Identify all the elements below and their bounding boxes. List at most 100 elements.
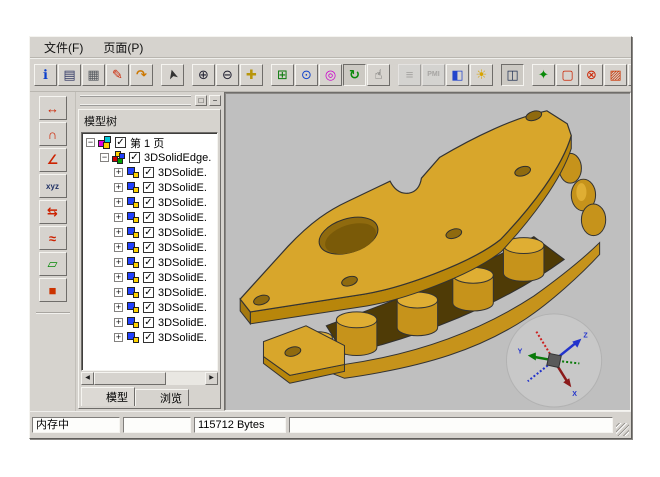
scroll-right-button[interactable]: ▶: [205, 372, 218, 385]
print-button[interactable]: ▦: [82, 64, 105, 86]
expand-plus-box[interactable]: +: [114, 333, 123, 342]
tab-browse[interactable]: 浏览: [135, 389, 189, 406]
tree-row[interactable]: + ✓ 3DSolidE.: [84, 330, 217, 345]
stamp-button[interactable]: ↷: [130, 64, 153, 86]
tree-node-label[interactable]: 3DSolidEdge.: [144, 152, 211, 164]
dynamic-zoom-button[interactable]: ⊙: [295, 64, 318, 86]
3d-viewport[interactable]: Z X Y: [224, 92, 631, 411]
visibility-checkbox[interactable]: ✓: [143, 167, 154, 178]
expand-plus-box[interactable]: +: [114, 273, 123, 282]
tree-node-label[interactable]: 3DSolidE.: [158, 212, 207, 224]
expand-plus-box[interactable]: +: [114, 243, 123, 252]
tree-row[interactable]: − ✓ 第 1 页: [84, 135, 217, 150]
scrollbar-track[interactable]: [94, 372, 205, 385]
visibility-checkbox[interactable]: ✓: [143, 257, 154, 268]
move-part-button[interactable]: ✦: [532, 64, 555, 86]
lighting-button[interactable]: ☀: [470, 64, 493, 86]
visibility-checkbox[interactable]: ✓: [143, 227, 154, 238]
info-button[interactable]: ℹ: [34, 64, 57, 86]
expand-plus-box[interactable]: +: [114, 288, 123, 297]
zoom-out-button[interactable]: ⊖: [216, 64, 239, 86]
tree-row[interactable]: + ✓ 3DSolidE.: [84, 210, 217, 225]
view-cube-button[interactable]: ◧: [446, 64, 469, 86]
expand-plus-box[interactable]: +: [114, 168, 123, 177]
tree-row[interactable]: + ✓ 3DSolidE.: [84, 270, 217, 285]
measure-radius-button[interactable]: ∩: [39, 122, 67, 146]
markup-button[interactable]: ✎: [106, 64, 129, 86]
tree-node-label[interactable]: 3DSolidE.: [158, 332, 207, 344]
tree-panel-button[interactable]: ◫: [501, 64, 524, 86]
pan-button[interactable]: ☝: [367, 64, 390, 86]
tree-row[interactable]: +✓3DSolidE.: [84, 315, 217, 330]
tree-node-label[interactable]: 3DSolidE.: [158, 197, 207, 209]
visibility-checkbox[interactable]: ✓: [143, 182, 154, 193]
model-tree[interactable]: −✓第 1 页−✓3DSolidEdge.+✓3DSolidE.+✓3DSoli…: [81, 132, 218, 371]
expand-minus-box[interactable]: −: [86, 138, 95, 147]
visibility-checkbox[interactable]: ✓: [143, 272, 154, 283]
visibility-checkbox[interactable]: ✓: [143, 302, 154, 313]
visibility-checkbox[interactable]: ✓: [143, 212, 154, 223]
tree-node-label[interactable]: 3DSolidE.: [158, 317, 207, 329]
resize-grip[interactable]: [616, 423, 629, 436]
tree-node-label[interactable]: 3DSolidE.: [158, 227, 207, 239]
tree-row[interactable]: + ✓ 3DSolidE.: [84, 195, 217, 210]
tree-row[interactable]: + ✓ 3DSolidE.: [84, 165, 217, 180]
select-button[interactable]: ➤: [161, 64, 184, 86]
expand-plus-box[interactable]: +: [114, 303, 123, 312]
measure-distance-button[interactable]: ⇆: [39, 200, 67, 224]
tree-node-label[interactable]: 3DSolidE.: [158, 272, 207, 284]
tree-row[interactable]: + ✓ 3DSolidE.: [84, 285, 217, 300]
orbit-button[interactable]: ◎: [319, 64, 342, 86]
zoom-in-button[interactable]: ⊕: [192, 64, 215, 86]
measure-length-button[interactable]: ↔: [39, 96, 67, 120]
tree-node-label[interactable]: 3DSolidE.: [158, 182, 207, 194]
tree-row[interactable]: + ✓ 3DSolidE.: [84, 225, 217, 240]
tree-row[interactable]: + ✓ 3DSolidE.: [84, 180, 217, 195]
spin-button[interactable]: ↻: [343, 64, 366, 86]
panel-grip-handle[interactable]: [80, 95, 191, 106]
section-button[interactable]: ≡: [398, 64, 421, 86]
expand-plus-box[interactable]: +: [114, 198, 123, 207]
tab-model[interactable]: 模型: [81, 387, 135, 406]
visibility-checkbox[interactable]: ✓: [143, 242, 154, 253]
panel-restore-button[interactable]: □: [195, 95, 207, 106]
visibility-checkbox[interactable]: ✓: [143, 287, 154, 298]
menu-file[interactable]: 文件(F): [36, 37, 91, 58]
panel-titlebar[interactable]: □ −: [78, 94, 221, 107]
pmi-button[interactable]: PMI: [422, 64, 445, 86]
bom-button[interactable]: BOM: [628, 64, 631, 86]
tree-hscrollbar[interactable]: ◀ ▶: [81, 372, 218, 385]
visibility-checkbox[interactable]: ✓: [115, 137, 126, 148]
expand-plus-box[interactable]: +: [114, 318, 123, 327]
tree-row[interactable]: + ✓ 3DSolidE.: [84, 300, 217, 315]
fit-window-button[interactable]: ✚: [240, 64, 263, 86]
tree-row[interactable]: − ✓ 3DSolidEdge.: [84, 150, 217, 165]
measure-volume-button[interactable]: ■: [39, 278, 67, 302]
explode-button[interactable]: ⊗: [580, 64, 603, 86]
zoom-window-button[interactable]: ⊞: [271, 64, 294, 86]
expand-minus-box[interactable]: −: [100, 153, 109, 162]
measure-coordinate-button[interactable]: xyz: [39, 174, 67, 198]
visibility-checkbox[interactable]: ✓: [143, 197, 154, 208]
scroll-left-button[interactable]: ◀: [81, 372, 94, 385]
measure-angle-button[interactable]: ∠: [39, 148, 67, 172]
tree-row[interactable]: +✓3DSolidE.: [84, 240, 217, 255]
tree-node-label[interactable]: 3DSolidE.: [158, 257, 207, 269]
measure-area-button[interactable]: ▱: [39, 252, 67, 276]
parts-list-button[interactable]: ▨: [604, 64, 627, 86]
visibility-checkbox[interactable]: ✓: [129, 152, 140, 163]
tree-node-label[interactable]: 第 1 页: [130, 135, 164, 151]
measure-curve-button[interactable]: ≈: [39, 226, 67, 250]
visibility-checkbox[interactable]: ✓: [143, 332, 154, 343]
tree-node-label[interactable]: 3DSolidE.: [158, 287, 207, 299]
expand-plus-box[interactable]: +: [114, 228, 123, 237]
preview-button[interactable]: ▤: [58, 64, 81, 86]
tree-row[interactable]: +✓3DSolidE.: [84, 255, 217, 270]
expand-plus-box[interactable]: +: [114, 213, 123, 222]
expand-plus-box[interactable]: +: [114, 183, 123, 192]
panel-hide-button[interactable]: −: [209, 95, 221, 106]
scrollbar-thumb[interactable]: [94, 372, 166, 385]
tree-node-label[interactable]: 3DSolidE.: [158, 302, 207, 314]
tree-node-label[interactable]: 3DSolidE.: [158, 167, 207, 179]
snapshot-button[interactable]: ▢: [556, 64, 579, 86]
